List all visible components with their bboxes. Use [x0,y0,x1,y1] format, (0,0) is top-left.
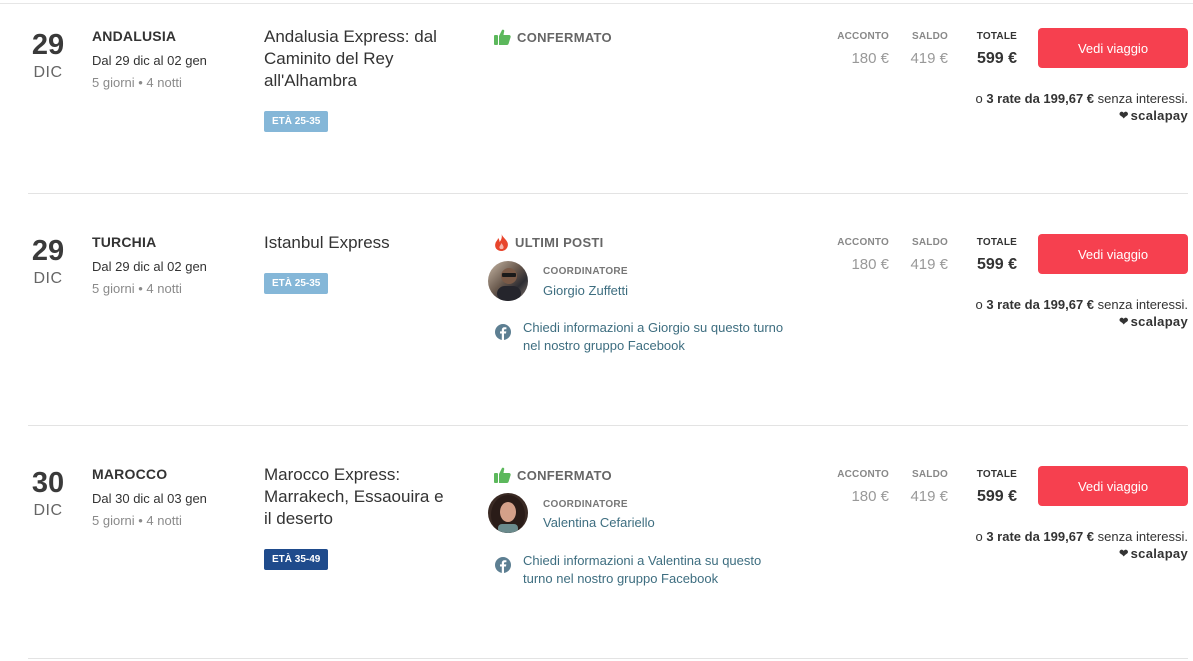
saldo-value: 419 € [910,488,948,505]
totale-label: TOTALE [976,469,1017,480]
acconto-value: 180 € [851,50,889,67]
date-month: DIC [33,270,63,287]
rate-suffix: senza interessi. [1097,297,1188,312]
rate-amount: 3 rate da 199,67 € [986,91,1095,106]
date-day: 29 [31,235,65,267]
rate-suffix: senza interessi. [1097,91,1188,106]
status-last-seats: ULTIMI POSTI [494,233,604,251]
saldo-value: 419 € [910,256,948,273]
coordinator-label: COORDINATORE [543,266,628,277]
trip-country: MAROCCO [92,466,168,482]
coordinator-avatar[interactable] [488,493,528,533]
trip-row: 29 DIC ANDALUSIA Dal 29 dic al 02 gen 5 … [0,4,1193,194]
age-badge: ETÀ 25-35 [264,111,329,132]
facebook-group-link[interactable]: Chiedi informazioni a Valentina su quest… [523,552,793,588]
acconto-value: 180 € [851,488,889,505]
status-confirmed: CONFERMATO [494,28,612,46]
installments-info: o 3 rate da 199,67 € senza interessi. [975,297,1188,312]
acconto-label: ACCONTO [837,31,889,42]
saldo-label: SALDO [912,237,948,248]
facebook-icon [495,557,511,573]
row-divider [28,658,1188,659]
rate-amount: 3 rate da 199,67 € [986,297,1095,312]
trip-title[interactable]: Istanbul Express [264,232,464,254]
age-badge: ETÀ 25-35 [264,273,329,294]
scalapay-text: scalapay [1130,314,1188,329]
coordinator-name[interactable]: Valentina Cefariello [543,515,655,530]
status-label: CONFERMATO [517,467,612,483]
date-month: DIC [33,64,63,81]
age-badge: ETÀ 35-49 [264,549,329,570]
trip-dates: Dal 29 dic al 02 gen [92,259,207,274]
totale-label: TOTALE [976,31,1017,42]
date-day: 30 [31,467,65,499]
trip-duration: 5 giorni • 4 notti [92,281,182,296]
trip-dates: Dal 30 dic al 03 gen [92,491,207,506]
flame-icon [495,233,508,251]
scalapay-logo: ❤ scalapay [1119,314,1188,329]
facebook-icon [495,324,511,340]
trip-duration: 5 giorni • 4 notti [92,75,182,90]
coordinator-label: COORDINATORE [543,499,628,510]
status-label: ULTIMI POSTI [515,234,604,250]
saldo-label: SALDO [912,31,948,42]
scalapay-text: scalapay [1130,108,1188,123]
coordinator-avatar[interactable] [488,261,528,301]
trip-dates: Dal 29 dic al 02 gen [92,53,207,68]
view-trip-button[interactable]: Vedi viaggio [1038,466,1188,506]
scalapay-logo: ❤ scalapay [1119,546,1188,561]
trip-duration: 5 giorni • 4 notti [92,513,182,528]
acconto-label: ACCONTO [837,237,889,248]
view-trip-button[interactable]: Vedi viaggio [1038,234,1188,274]
facebook-group-link[interactable]: Chiedi informazioni a Giorgio su questo … [523,319,793,355]
rate-prefix: o [975,297,983,312]
installments-info: o 3 rate da 199,67 € senza interessi. [975,529,1188,544]
saldo-value: 419 € [910,50,948,67]
thumbs-up-icon [494,467,511,483]
totale-label: TOTALE [976,237,1017,248]
coordinator-name[interactable]: Giorgio Zuffetti [543,283,628,298]
totale-value: 599 € [976,256,1017,273]
heart-icon: ❤ [1119,548,1129,560]
acconto-label: ACCONTO [837,469,889,480]
view-trip-button[interactable]: Vedi viaggio [1038,28,1188,68]
date-month: DIC [33,502,63,519]
acconto-value: 180 € [851,256,889,273]
trip-country: TURCHIA [92,234,157,250]
trip-title[interactable]: Marocco Express: Marrakech, Essaouira e … [264,464,449,530]
rate-amount: 3 rate da 199,67 € [986,529,1095,544]
heart-icon: ❤ [1119,316,1129,328]
thumbs-up-icon [494,29,511,45]
date-day: 29 [31,29,65,61]
trip-row: 30 DIC MAROCCO Dal 30 dic al 03 gen 5 gi… [0,426,1193,659]
rate-prefix: o [975,91,983,106]
heart-icon: ❤ [1119,110,1129,122]
totale-value: 599 € [976,488,1017,505]
saldo-label: SALDO [912,469,948,480]
status-label: CONFERMATO [517,29,612,45]
trip-title[interactable]: Andalusia Express: dal Caminito del Rey … [264,26,464,92]
scalapay-text: scalapay [1130,546,1188,561]
totale-value: 599 € [976,50,1017,67]
installments-info: o 3 rate da 199,67 € senza interessi. [975,91,1188,106]
rate-suffix: senza interessi. [1097,529,1188,544]
trip-country: ANDALUSIA [92,28,177,44]
trip-row: 29 DIC TURCHIA Dal 29 dic al 02 gen 5 gi… [0,194,1193,426]
rate-prefix: o [975,529,983,544]
scalapay-logo: ❤ scalapay [1119,108,1188,123]
status-confirmed: CONFERMATO [494,466,612,484]
